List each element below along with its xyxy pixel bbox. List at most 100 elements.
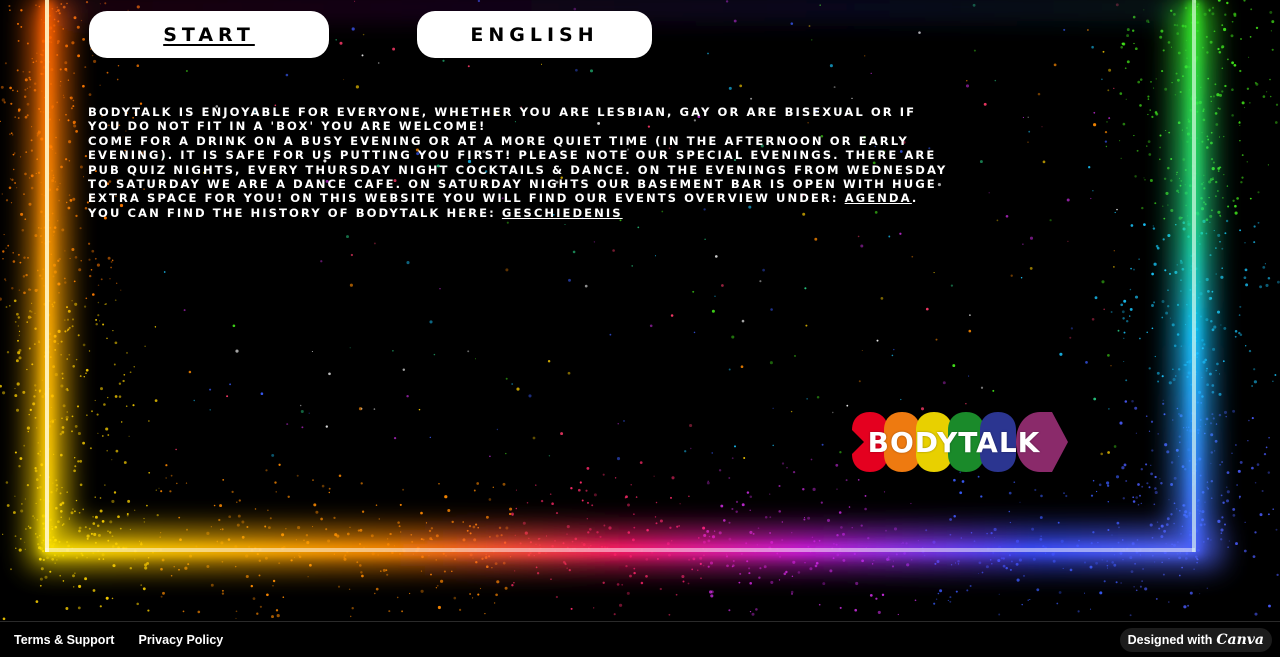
glitter-dot — [740, 365, 744, 369]
glitter-dot — [397, 521, 400, 524]
glitter-dot — [1122, 122, 1126, 126]
glitter-dot — [111, 499, 115, 503]
glitter-dot — [1239, 139, 1241, 142]
glitter-dot — [113, 491, 117, 494]
glitter-dot — [297, 526, 301, 530]
glitter-dot — [759, 280, 762, 283]
glitter-dot — [949, 518, 952, 521]
glitter-dot — [614, 477, 617, 479]
language-button[interactable]: ENGLISH — [417, 11, 652, 58]
glitter-dot — [968, 375, 970, 377]
glitter-dot — [811, 39, 813, 41]
glitter-dot — [39, 584, 42, 587]
glitter-dot — [271, 615, 274, 619]
glitter-dot — [807, 516, 811, 520]
glitter-dot — [1029, 598, 1031, 601]
glitter-dot — [349, 526, 351, 528]
glitter-dot — [1039, 516, 1043, 519]
glitter-dot — [77, 606, 81, 610]
glitter-dot — [1211, 12, 1215, 16]
glitter-dot — [23, 256, 26, 259]
start-button[interactable]: START — [89, 11, 329, 58]
glitter-dot — [12, 153, 15, 156]
glitter-dot — [1234, 330, 1238, 333]
glitter-dot — [579, 481, 582, 484]
glitter-dot — [1267, 471, 1271, 474]
glitter-dot — [143, 517, 145, 520]
glitter-dot — [649, 324, 653, 328]
glitter-dot — [810, 458, 813, 461]
glitter-dot — [5, 280, 7, 282]
glitter-dot — [790, 590, 794, 594]
glitter-dot — [275, 609, 279, 612]
glitter-dot — [265, 469, 268, 472]
glitter-dot — [1211, 413, 1214, 416]
glitter-dot — [1215, 273, 1217, 275]
glitter-dot — [1148, 367, 1151, 370]
glitter-dot — [160, 567, 163, 571]
glitter-dot — [14, 394, 18, 398]
glitter-dot — [751, 612, 755, 616]
glitter-dot — [1123, 299, 1127, 303]
glitter-dot — [24, 172, 27, 176]
glitter-dot — [1218, 107, 1221, 110]
glitter-dot — [1145, 463, 1148, 466]
canva-logo: Canva — [1216, 632, 1264, 648]
glitter-dot — [1098, 483, 1102, 487]
glitter-dot — [91, 249, 95, 253]
glitter-dot — [1154, 490, 1158, 495]
glitter-dot — [1067, 240, 1069, 243]
glitter-dot — [1106, 484, 1110, 487]
glitter-dot — [1106, 567, 1109, 569]
glitter-dot — [1245, 283, 1249, 287]
glitter-dot — [1164, 443, 1168, 447]
glitter-dot — [268, 526, 271, 529]
glitter-dot — [781, 462, 785, 465]
glitter-dot — [1230, 34, 1234, 38]
glitter-dot — [210, 526, 212, 528]
glitter-dot — [1244, 521, 1246, 523]
glitter-dot — [106, 449, 108, 452]
glitter-dot — [1147, 140, 1151, 143]
history-link[interactable]: GESCHIEDENIS — [502, 206, 623, 220]
glitter-dot — [623, 420, 625, 422]
glitter-dot — [1218, 373, 1221, 375]
glitter-dot — [66, 358, 68, 360]
glitter-dot — [1154, 355, 1156, 358]
glitter-dot — [1129, 288, 1132, 291]
designed-with-canva-badge[interactable]: Designed with Canva — [1119, 628, 1272, 652]
glitter-dot — [1148, 430, 1151, 432]
glitter-dot — [12, 168, 15, 171]
glitter-dot — [502, 482, 506, 486]
glitter-dot — [1163, 413, 1166, 416]
glitter-dot — [183, 309, 186, 312]
glitter-dot — [129, 566, 133, 570]
glitter-dot — [514, 570, 516, 572]
glitter-dot — [684, 450, 687, 453]
glitter-dot — [14, 116, 17, 118]
glitter-dot — [1069, 336, 1072, 339]
glitter-dot — [969, 585, 972, 587]
glitter-dot — [92, 522, 96, 525]
agenda-link[interactable]: AGENDA — [845, 191, 912, 205]
glitter-dot — [94, 257, 97, 260]
glitter-dot — [688, 495, 690, 498]
glitter-dot — [1178, 574, 1181, 577]
glitter-dot — [888, 235, 891, 238]
glitter-dot — [1225, 415, 1227, 418]
glitter-dot — [126, 514, 129, 517]
glitter-dot — [1123, 360, 1125, 363]
glitter-dot — [68, 140, 72, 144]
glitter-dot — [20, 25, 23, 28]
privacy-policy-link[interactable]: Privacy Policy — [138, 633, 223, 647]
glitter-dot — [1143, 223, 1146, 226]
terms-support-link[interactable]: Terms & Support — [14, 633, 114, 647]
glitter-dot — [1219, 463, 1221, 466]
glitter-dot — [1147, 98, 1150, 100]
glitter-dot — [97, 314, 100, 317]
glitter-dot — [26, 368, 28, 371]
glitter-dot — [515, 489, 517, 491]
glitter-dot — [1029, 267, 1033, 270]
glitter-dot — [1157, 380, 1160, 383]
glitter-dot — [386, 573, 389, 576]
